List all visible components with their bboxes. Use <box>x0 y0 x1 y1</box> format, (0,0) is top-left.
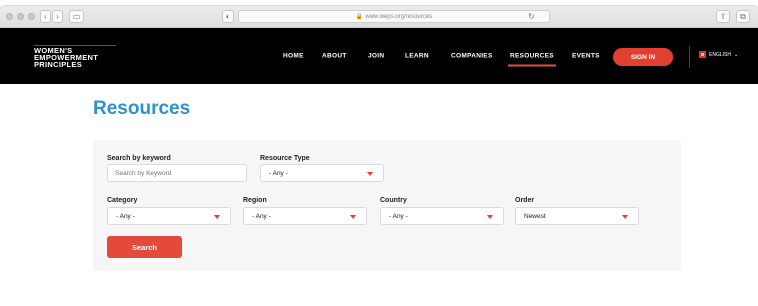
refresh-icon[interactable]: ↻ <box>527 10 536 23</box>
chevron-down-icon <box>487 215 493 219</box>
nav-home[interactable]: HOME <box>283 53 304 60</box>
forward-button[interactable]: › <box>52 10 63 23</box>
language-label: ENGLISH <box>709 51 731 58</box>
country-label: Country <box>380 197 407 204</box>
page-title: Resources <box>93 98 191 119</box>
sign-in-button[interactable]: SIGN IN <box>613 48 673 66</box>
order-label: Order <box>515 197 535 204</box>
chevron-down-icon <box>350 215 356 219</box>
close-window-icon[interactable] <box>6 13 13 20</box>
maximize-window-icon[interactable] <box>28 13 35 20</box>
nav-learn[interactable]: LEARN <box>405 53 429 60</box>
resource-type-label: Resource Type <box>260 155 310 162</box>
share-button[interactable]: ⇧ <box>716 10 730 23</box>
order-select[interactable]: Newest <box>515 207 639 225</box>
back-button[interactable]: ‹ <box>40 10 51 23</box>
category-label: Category <box>107 197 138 204</box>
region-select[interactable]: - Any - <box>243 207 367 225</box>
logo-line-3: PRINCIPLES <box>34 60 83 69</box>
order-value: Newest <box>524 212 546 220</box>
resource-type-value: - Any - <box>269 169 288 177</box>
chevron-down-icon <box>214 215 220 219</box>
chevron-down-icon: ⌄ <box>733 51 739 58</box>
region-value: - Any - <box>252 212 271 220</box>
site-header: WOMEN'S EMPOWERMENT PRINCIPLES HOME ABOU… <box>0 28 758 84</box>
nav-companies[interactable]: COMPANIES <box>451 53 493 60</box>
region-label: Region <box>243 197 267 204</box>
country-select[interactable]: - Any - <box>380 207 504 225</box>
header-divider <box>689 46 690 68</box>
address-bar[interactable]: 🔒 www.weps.org/resources <box>238 10 550 23</box>
keyword-search-input[interactable] <box>107 164 247 182</box>
search-button[interactable]: Search <box>107 236 182 258</box>
language-selector[interactable]: ENGLISH ⌄ <box>699 51 738 58</box>
country-value: - Any - <box>389 212 408 220</box>
minimize-window-icon[interactable] <box>17 13 24 20</box>
tabs-button[interactable]: ⧉ <box>736 10 750 23</box>
browser-toolbar: ‹ › ▭ ◐ 🔒 www.weps.org/resources ↻ ⇧ ⧉ <box>0 6 758 28</box>
nav-resources[interactable]: RESOURCES <box>508 53 556 67</box>
nav-about[interactable]: ABOUT <box>322 53 347 60</box>
privacy-icon[interactable]: ◐ <box>222 10 234 23</box>
nav-events[interactable]: EVENTS <box>572 53 600 60</box>
site-logo[interactable]: WOMEN'S EMPOWERMENT PRINCIPLES <box>34 47 98 69</box>
sidebar-toggle-button[interactable]: ▭ <box>69 10 84 23</box>
lock-icon: 🔒 <box>355 14 364 20</box>
category-value: - Any - <box>116 212 135 220</box>
window-controls <box>6 13 35 20</box>
category-select[interactable]: - Any - <box>107 207 231 225</box>
keyword-label: Search by keyword <box>107 155 171 162</box>
flag-icon <box>699 51 706 58</box>
chevron-down-icon <box>622 215 628 219</box>
resource-type-select[interactable]: - Any - <box>260 164 384 182</box>
chevron-down-icon <box>367 172 373 176</box>
nav-join[interactable]: JOIN <box>368 53 384 60</box>
url-text: www.weps.org/resources <box>365 13 433 20</box>
